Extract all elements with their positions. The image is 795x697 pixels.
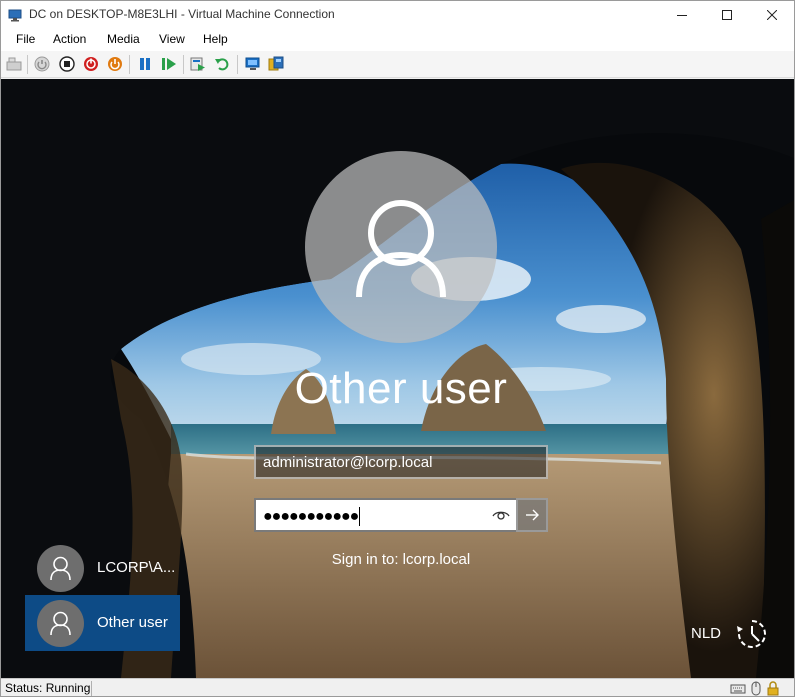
reveal-password-icon[interactable] — [491, 506, 511, 524]
arrow-right-icon — [526, 509, 539, 521]
avatar — [37, 545, 84, 592]
minimize-button[interactable] — [659, 1, 705, 29]
user-tile-other-user[interactable]: Other user — [25, 595, 180, 651]
user-tile-label: Other user — [97, 614, 168, 631]
user-icon — [50, 611, 71, 636]
user-tile-lcorp[interactable]: LCORP\A... — [25, 540, 180, 596]
save-icon[interactable] — [107, 56, 123, 72]
toolbar-separator — [129, 55, 130, 74]
menu-view[interactable]: View — [159, 32, 185, 46]
shut-down-icon[interactable] — [83, 56, 99, 72]
menu-file[interactable]: File — [16, 32, 35, 46]
keyboard-icon — [730, 684, 746, 694]
submit-button[interactable] — [516, 498, 548, 532]
text-caret — [359, 507, 361, 527]
maximize-button[interactable] — [704, 1, 750, 29]
start-icon[interactable] — [34, 56, 50, 72]
vm-connection-icon — [8, 9, 22, 22]
close-icon — [767, 10, 777, 20]
vm-display[interactable]: Other user administrator@lcorp.local ●●●… — [1, 79, 794, 678]
mouse-icon — [751, 681, 761, 696]
username-input[interactable]: administrator@lcorp.local — [254, 445, 548, 479]
vm-status: Status: Running — [5, 681, 91, 695]
ease-of-access-icon[interactable] — [735, 617, 769, 651]
window-title: DC on DESKTOP-M8E3LHI - Virtual Machine … — [29, 7, 335, 21]
pause-icon[interactable] — [137, 56, 153, 72]
menu-media[interactable]: Media — [107, 32, 140, 46]
input-language-indicator[interactable]: NLD — [691, 625, 721, 642]
selected-user-name: Other user — [294, 364, 508, 413]
status-separator — [91, 681, 92, 696]
maximize-icon — [722, 10, 732, 20]
vm-connection-window: DC on DESKTOP-M8E3LHI - Virtual Machine … — [0, 0, 795, 697]
turn-off-icon[interactable] — [59, 56, 75, 72]
menu-action[interactable]: Action — [53, 32, 86, 46]
user-tile-label: LCORP\A... — [97, 559, 176, 576]
password-mask: ●●●●●●●●●●● — [263, 508, 359, 525]
password-input[interactable]: ●●●●●●●●●●● — [254, 498, 517, 532]
ctrl-alt-del-icon[interactable] — [6, 56, 22, 72]
revert-icon[interactable] — [214, 56, 230, 72]
menu-bar: File Action Media View Help — [1, 29, 794, 51]
lock-icon — [767, 681, 779, 696]
user-icon — [50, 556, 71, 581]
minimize-icon — [677, 15, 687, 16]
close-button[interactable] — [749, 1, 794, 29]
resume-icon[interactable] — [161, 56, 177, 72]
user-icon — [356, 200, 446, 298]
enhanced-session-icon[interactable] — [245, 56, 261, 72]
toolbar-separator — [237, 55, 238, 74]
sign-in-domain: Sign in to: lcorp.local — [331, 551, 471, 568]
checkpoint-icon[interactable] — [190, 56, 206, 72]
toolbar-separator — [183, 55, 184, 74]
menu-help[interactable]: Help — [203, 32, 228, 46]
toolbar-separator — [27, 55, 28, 74]
status-bar: Status: Running — [1, 678, 794, 696]
title-bar: DC on DESKTOP-M8E3LHI - Virtual Machine … — [1, 1, 794, 29]
user-avatar — [305, 151, 497, 343]
share-icon[interactable] — [268, 56, 284, 72]
avatar — [37, 600, 84, 647]
toolbar — [1, 51, 794, 78]
